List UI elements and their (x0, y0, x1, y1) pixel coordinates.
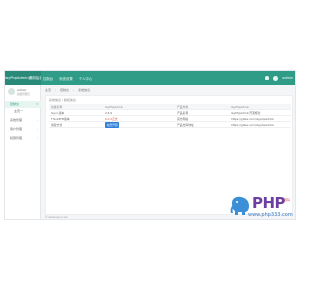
sidebar-item-label: 主页一 (14, 109, 24, 113)
chevron-right-icon: › (36, 136, 38, 140)
sidebar-item-label: 系统管理 (10, 118, 23, 122)
chevron-right-icon: › (36, 127, 38, 131)
panel-title: 系统信息 / 版权信息 (49, 98, 76, 102)
watermark-url: www.php333.com (248, 212, 293, 218)
table-cell: 产品仓库地址 (177, 123, 194, 127)
sidebar-user-role: 超级管理员 (17, 93, 30, 96)
breadcrumb-item-home[interactable]: 主页 (45, 88, 51, 92)
sidebar-item-users[interactable]: 用户管理 › (5, 126, 41, 133)
chevron-right-icon: › (36, 118, 38, 122)
top-bar: layPhpAdmin通用后台 控制台 系统设置 个人中心 admin (5, 71, 295, 85)
top-nav-item-console[interactable]: 控制台 (43, 76, 53, 81)
breadcrumb-item-console[interactable]: 控制台 (60, 88, 69, 92)
app-logo[interactable]: layPhpAdmin通用后台 (5, 71, 41, 85)
sidebar-item-label: 用户管理 (10, 127, 23, 131)
sidebar-item-label: 控制台 (10, 102, 20, 106)
avatar[interactable] (273, 75, 279, 81)
top-right-tools: admin (265, 71, 293, 85)
sidebar-item-home[interactable]: 主页一 (5, 108, 41, 115)
sidebar-item-permissions[interactable]: 权限管理 › (5, 135, 41, 142)
sidebar-item-system[interactable]: 系统管理 › (5, 117, 41, 124)
bell-icon[interactable] (265, 76, 270, 80)
breadcrumb-item-current: 系统信息 (78, 88, 91, 92)
status-badge: 免费开源 (105, 122, 120, 128)
user-avatar (8, 88, 15, 95)
top-nav-item-settings[interactable]: 系统设置 (59, 76, 73, 81)
watermark-php-text: PHP (252, 194, 286, 212)
watermark-cn-text: 源码 (284, 198, 291, 202)
table-row: 授权方式 免费开源 产品仓库地址 https://gitee.com/layph… (49, 122, 291, 128)
watermark-logo: PHP 源码 www.php333.com (226, 194, 296, 224)
table-link[interactable]: https://gitee.com/layphpadmin (231, 122, 274, 128)
sidebar-item-console[interactable]: 控制台 ▾ (5, 101, 41, 108)
chevron-down-icon: ▾ (36, 102, 38, 106)
top-nav: 控制台 系统设置 个人中心 (43, 71, 92, 85)
sidebar: admin 超级管理员 控制台 ▾ 主页一 系统管理 › 用户管理 › 权限管理… (5, 85, 41, 219)
breadcrumb-separator: / (55, 88, 57, 92)
footer-copyright: © www.layui.com (45, 216, 68, 219)
info-table: 系统名称 layPhpAdmin 产品作者 layPhpAdmin layui … (49, 104, 291, 128)
sidebar-user: admin 超级管理员 (5, 85, 41, 99)
top-nav-item-profile[interactable]: 个人中心 (79, 76, 93, 81)
table-cell: 授权方式 (51, 123, 63, 127)
top-user-name[interactable]: admin (282, 76, 293, 80)
breadcrumb-separator: / (73, 88, 75, 92)
breadcrumb: 主页 / 控制台 / 系统信息 (45, 87, 90, 93)
sidebar-item-label: 权限管理 (10, 136, 23, 140)
